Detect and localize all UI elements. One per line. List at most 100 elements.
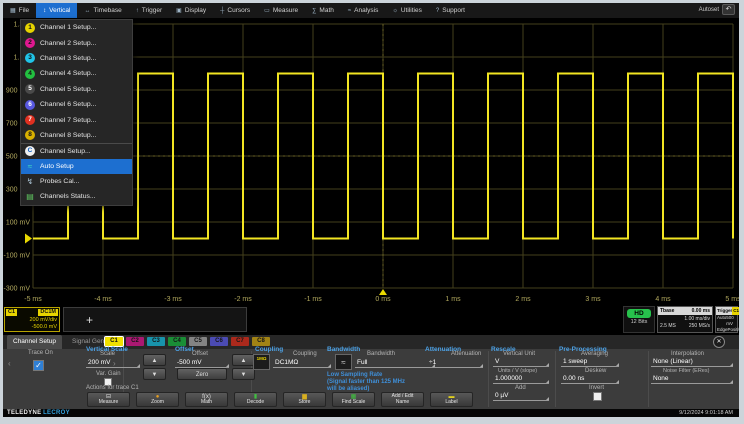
undo-icon[interactable]: ↶ [722, 4, 735, 15]
channel-badge-icon: 8 [25, 130, 35, 140]
menu-item[interactable]: 2 Channel 2 Setup... [21, 35, 132, 50]
action-button-label: Zoom [151, 400, 164, 406]
menubar-item-icon: ☼ [392, 8, 398, 14]
menubar-item-icon: ↑ [136, 8, 139, 14]
menu-item[interactable]: 4 Channel 4 Setup... [21, 66, 132, 81]
bandwidth-field[interactable]: Full [355, 358, 435, 368]
svg-text:1 ms: 1 ms [445, 296, 461, 303]
offset-field[interactable]: -500 mV [175, 358, 229, 368]
menubar-item-icon: ▭ [264, 7, 270, 14]
trace-on-checkbox[interactable]: ✓ [33, 360, 44, 371]
averaging-field[interactable]: 1 sweep [561, 357, 619, 367]
menubar-item-label: File [19, 7, 29, 14]
units-per-v-value: 1.000000 [495, 375, 522, 382]
menu-item[interactable]: 6 Channel 6 Setup... [21, 97, 132, 112]
datetime: 9/12/2024 9:01:18 AM [679, 409, 733, 417]
menu-item[interactable]: 8 Channel 8 Setup... [21, 128, 132, 143]
trace-on-label: Trace On [28, 350, 53, 356]
channel-chip[interactable]: C7 [231, 337, 249, 346]
svg-text:-1 ms: -1 ms [304, 296, 322, 303]
action-button[interactable]: ▬ Label [430, 392, 473, 407]
menu-item[interactable]: 7 Channel 7 Setup... [21, 112, 132, 127]
action-button[interactable]: ⊟ Measure [87, 392, 130, 407]
menubar-item[interactable]: ≈ Analysis [341, 3, 386, 18]
channel-chip[interactable]: C1 [105, 337, 123, 346]
menubar-item[interactable]: ☼ Utilities [385, 3, 428, 18]
prev-trace-icon[interactable]: ‹ [8, 359, 11, 368]
channel-chip[interactable]: C5 [189, 337, 207, 346]
actions-label: Actions for trace C1 [86, 385, 139, 391]
svg-text:5 ms: 5 ms [725, 296, 739, 303]
scale-down-button[interactable]: ▼ [143, 368, 166, 380]
menubar-item[interactable]: ? Support [429, 3, 472, 18]
offset-up-button[interactable]: ▲ [232, 354, 255, 366]
channel-chip[interactable]: C2 [126, 337, 144, 346]
attenuation-field[interactable]: ÷1 [427, 358, 483, 368]
channel-badge-icon: 7 [25, 115, 35, 125]
timebase-descriptor[interactable]: Tbase 0.00 ms 1.00 ms/div 2.5 MS 250 MS/… [657, 306, 713, 333]
offset-label: Offset [192, 351, 208, 357]
add-field[interactable]: 0 µV [493, 391, 549, 401]
menu-item-label: Channels Status... [40, 193, 96, 200]
scale-field[interactable]: 200 mV [86, 358, 140, 368]
c1-coupling-badge: DC1M [38, 309, 58, 316]
menu-item[interactable]: ▤ Channels Status... [21, 189, 132, 204]
c1-trace-descriptor[interactable]: C1 DC1M 200 mV/div -500.0 mV [4, 307, 60, 332]
svg-text:0 ms: 0 ms [375, 296, 391, 303]
channel-chip[interactable]: C6 [210, 337, 228, 346]
action-button[interactable]: ● Zoom [136, 392, 179, 407]
interpolation-field[interactable]: None (Linear) [651, 357, 733, 367]
menubar-item[interactable]: ▦ File [3, 3, 36, 18]
autoset-control[interactable]: Autoset ↶ [699, 4, 735, 15]
menu-item[interactable]: 3 Channel 3 Setup... [21, 51, 132, 66]
descriptor-strip: C1 DC1M 200 mV/div -500.0 mV + HD 12 Bit… [3, 303, 739, 335]
divider [648, 351, 649, 407]
menu-item[interactable]: C Channel Setup... [21, 143, 132, 158]
timebase-title: Tbase [660, 307, 674, 315]
menubar-item[interactable]: ▣ Display [169, 3, 213, 18]
action-button[interactable]: ▆ Store [283, 392, 326, 407]
channel-chip[interactable]: C4 [168, 337, 186, 346]
action-button[interactable]: f(x) Math [185, 392, 228, 407]
menu-item[interactable]: 5 Channel 5 Setup... [21, 82, 132, 97]
action-button-label: Math [201, 400, 212, 406]
menu-item[interactable]: ↯ Probes Cal... [21, 174, 132, 189]
add-trace-button[interactable]: + [63, 307, 247, 332]
vertical-unit-field[interactable]: V [493, 357, 549, 367]
invert-checkbox[interactable] [593, 392, 602, 401]
menubar-item[interactable]: ↕ Vertical [36, 3, 77, 18]
menubar-item-label: Support [442, 7, 465, 14]
action-button[interactable]: ▦ Find Scale [332, 392, 375, 407]
channel-chip[interactable]: C8 [252, 337, 270, 346]
menubar-item-icon: ∑ [312, 8, 316, 14]
svg-text:-3 ms: -3 ms [164, 296, 182, 303]
offset-down-button[interactable]: ▼ [232, 368, 255, 380]
menubar-item[interactable]: ┼ Cursors [213, 3, 257, 18]
offset-value: -500 mV [177, 359, 202, 366]
menubar-item[interactable]: ▭ Measure [257, 3, 305, 18]
deskew-field[interactable]: 0.00 ns [561, 374, 619, 384]
menubar-item[interactable]: ∑ Math [305, 3, 341, 18]
channel-badge-icon: 1 [25, 23, 35, 33]
trigger-descriptor[interactable]: Trigger C1 Auto 500 mV Edge Positive [715, 306, 738, 333]
zero-button[interactable]: Zero [177, 368, 227, 380]
panel-tab[interactable]: Channel Setup [7, 335, 62, 349]
coupling-header: Coupling [255, 346, 283, 353]
coupling-field[interactable]: DC1MΩ [273, 358, 331, 368]
menu-item[interactable]: ≈ Auto Setup [21, 159, 132, 174]
acquisition-descriptor[interactable]: HD 12 Bits [623, 306, 655, 333]
channel-chip[interactable]: C3 [147, 337, 165, 346]
close-panel-button[interactable]: ✕ [713, 336, 725, 348]
deskew-value: 0.00 ns [563, 375, 584, 382]
autoset-label: Autoset [699, 7, 719, 13]
menu-item[interactable]: 1 Channel 1 Setup... [21, 20, 132, 35]
add-value: 0 µV [495, 392, 509, 399]
scale-up-button[interactable]: ▲ [143, 354, 166, 366]
action-button[interactable]: Add / Edit Name [381, 392, 424, 407]
units-per-v-field[interactable]: 1.000000 [493, 374, 549, 384]
menubar-item[interactable]: ↔ Timebase [77, 3, 128, 18]
svg-text:-100 mV: -100 mV [4, 253, 31, 260]
noise-filter-field[interactable]: None [651, 374, 733, 384]
menubar-item[interactable]: ↑ Trigger [129, 3, 169, 18]
action-button[interactable]: ▮ Decode [234, 392, 277, 407]
